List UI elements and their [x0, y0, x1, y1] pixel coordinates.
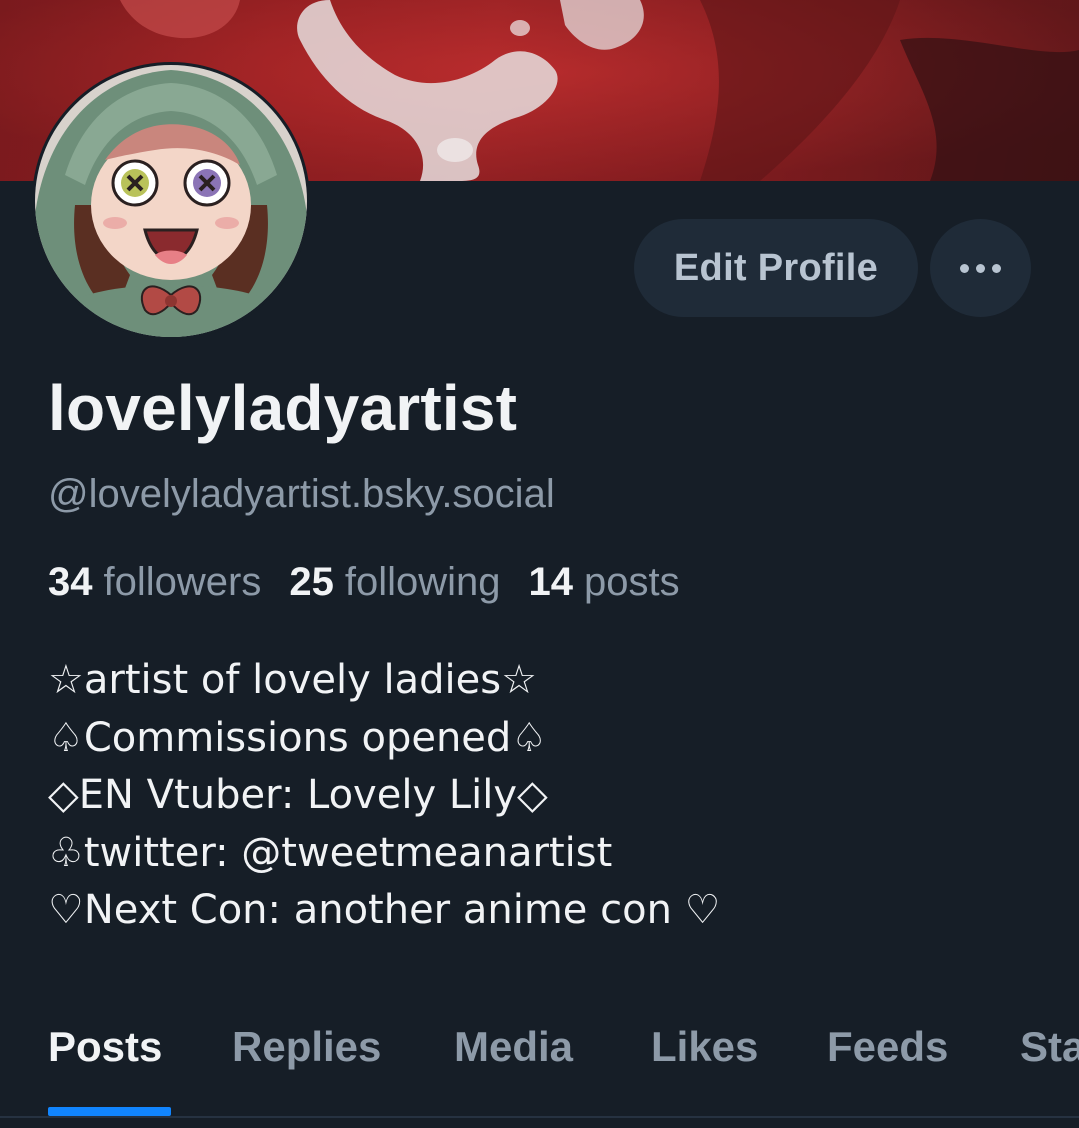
bio-line: ☆artist of lovely ladies☆: [48, 657, 537, 703]
tab-feeds[interactable]: Feeds: [827, 1022, 948, 1072]
following-label: following: [344, 560, 501, 604]
edit-profile-label: Edit Profile: [673, 246, 879, 289]
edit-profile-button[interactable]: Edit Profile: [634, 219, 918, 317]
avatar[interactable]: [32, 62, 310, 340]
avatar-illustration: [35, 65, 307, 337]
profile-screen: Edit Profile lovelyladyartist @lovelylad…: [0, 0, 1079, 1128]
following-count: 25: [289, 560, 334, 604]
display-name: lovelyladyartist: [48, 372, 518, 444]
bio-line: ♧twitter: @tweetmeanartist: [48, 829, 613, 876]
more-options-button[interactable]: [930, 219, 1031, 317]
ellipsis-icon: [960, 263, 969, 273]
tab-posts[interactable]: Posts: [48, 1022, 162, 1072]
following-stat[interactable]: 25 following: [289, 558, 500, 606]
bio-line: ♤Commissions opened♤: [48, 714, 548, 761]
bio-line: ◇EN Vtuber: Lovely Lily◇: [48, 772, 548, 818]
ellipsis-dot: [976, 263, 985, 273]
posts-count: 14: [528, 560, 574, 604]
profile-bio: ☆artist of lovely ladies☆ ♤Commissions o…: [48, 652, 721, 940]
tab-likes[interactable]: Likes: [651, 1022, 758, 1072]
tab-media[interactable]: Media: [454, 1022, 573, 1072]
bio-line: ♡Next Con: another anime con ♡: [48, 887, 721, 933]
followers-stat[interactable]: 34 followers: [48, 558, 261, 606]
tab-starter-packs[interactable]: Starter Packs: [1020, 1022, 1079, 1072]
followers-label: followers: [103, 560, 262, 604]
tab-replies[interactable]: Replies: [232, 1022, 381, 1072]
ellipsis-dot: [992, 263, 1001, 273]
profile-tabs: Posts Replies Media Likes Feeds Starter …: [0, 1000, 1079, 1116]
tabs-divider: [0, 1116, 1079, 1118]
active-tab-indicator: [48, 1107, 171, 1116]
profile-stats: 34 followers 25 following 14 posts: [48, 558, 708, 606]
posts-label: posts: [584, 560, 680, 604]
handle: @lovelyladyartist.bsky.social: [48, 472, 555, 516]
posts-stat: 14 posts: [529, 558, 680, 606]
followers-count: 34: [48, 560, 93, 604]
